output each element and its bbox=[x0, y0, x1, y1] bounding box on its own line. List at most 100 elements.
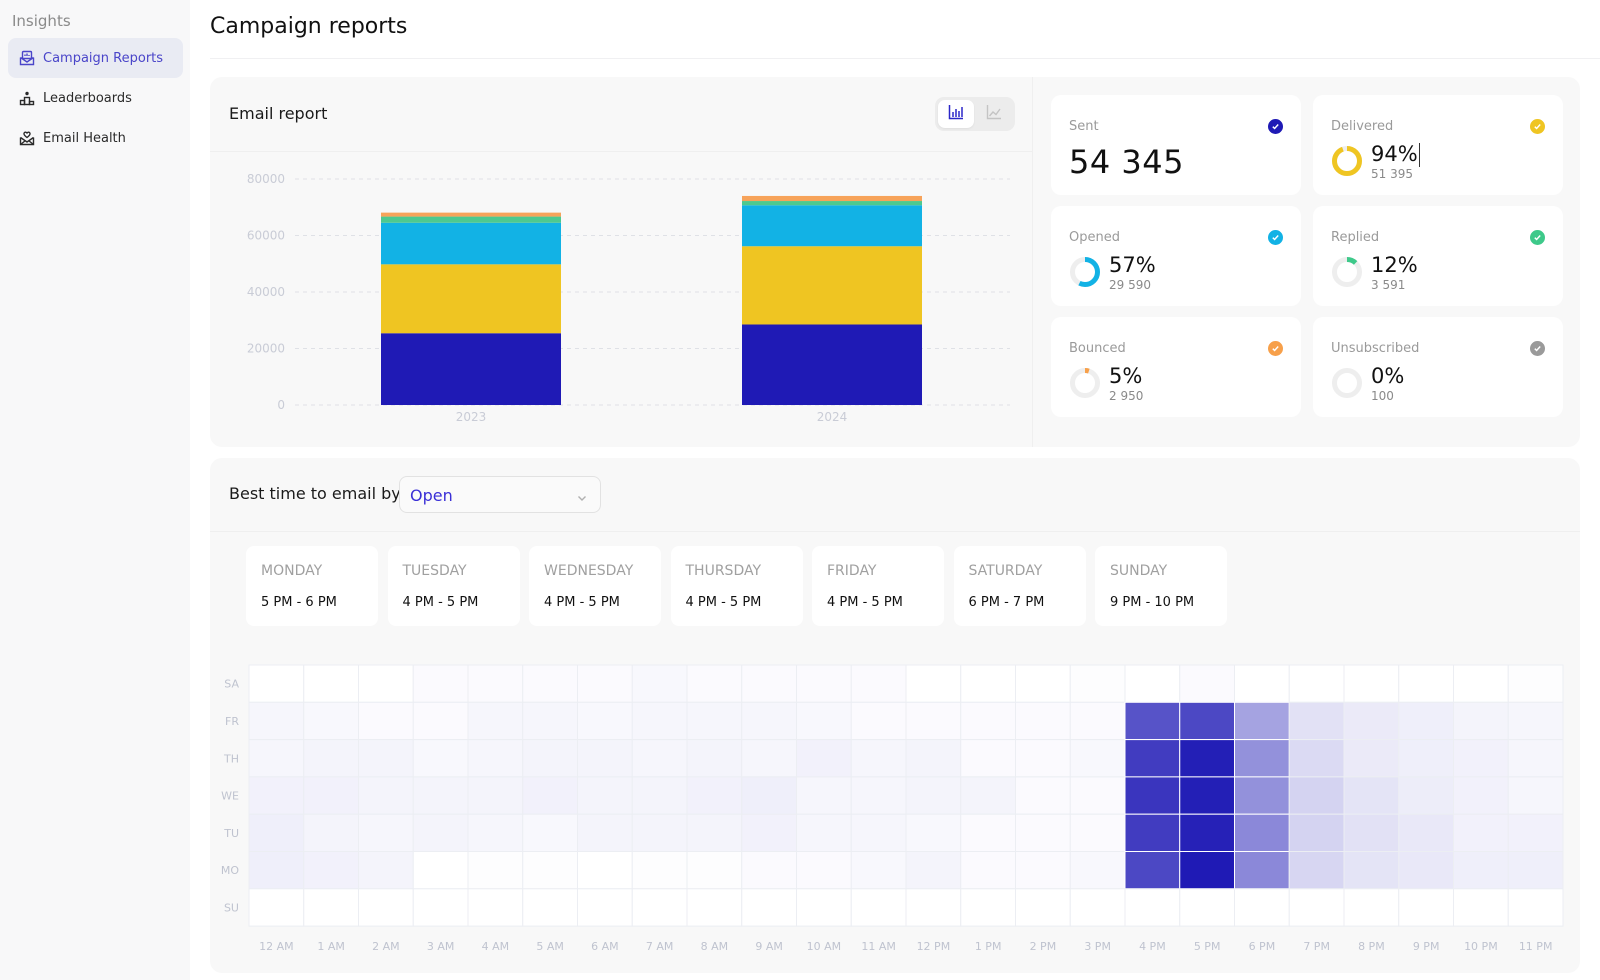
heatmap-cell-sa-2am[interactable] bbox=[358, 664, 414, 703]
bar-segment-delivered-2024[interactable] bbox=[742, 246, 922, 325]
heatmap-cell-sa-4pm[interactable] bbox=[1124, 664, 1181, 703]
heatmap-cell-tu-5am[interactable] bbox=[522, 813, 578, 853]
heatmap-cell-we-4pm[interactable] bbox=[1124, 776, 1181, 815]
heatmap-cell-we-6pm[interactable] bbox=[1234, 776, 1290, 815]
heatmap-cell-th-6am[interactable] bbox=[577, 739, 633, 778]
heatmap-cell-tu-12pm[interactable] bbox=[905, 813, 962, 853]
heatmap-cell-su-10pm[interactable] bbox=[1453, 888, 1509, 927]
heatmap-cell-tu-11am[interactable] bbox=[850, 813, 907, 853]
heatmap-cell-fr-5pm[interactable] bbox=[1179, 701, 1235, 741]
heatmap-cell-we-7pm[interactable] bbox=[1288, 776, 1345, 815]
heatmap-cell-su-12pm[interactable] bbox=[905, 888, 962, 927]
heatmap-cell-su-8pm[interactable] bbox=[1343, 888, 1400, 927]
heatmap-cell-th-4am[interactable] bbox=[467, 739, 524, 778]
heatmap-cell-th-8am[interactable] bbox=[686, 739, 743, 778]
heatmap-cell-th-9pm[interactable] bbox=[1398, 739, 1454, 778]
heatmap-cell-we-12pm[interactable] bbox=[905, 776, 962, 815]
heatmap-cell-th-10am[interactable] bbox=[796, 739, 852, 778]
heatmap-cell-th-3pm[interactable] bbox=[1069, 739, 1126, 778]
heatmap-cell-th-6pm[interactable] bbox=[1234, 739, 1290, 778]
heatmap-cell-we-3am[interactable] bbox=[412, 776, 469, 815]
heatmap-cell-tu-9am[interactable] bbox=[741, 813, 797, 853]
heatmap-cell-we-3pm[interactable] bbox=[1069, 776, 1126, 815]
heatmap-cell-su-12am[interactable] bbox=[248, 888, 305, 927]
heatmap-cell-fr-6pm[interactable] bbox=[1234, 701, 1290, 741]
heatmap-cell-mo-2pm[interactable] bbox=[1015, 851, 1071, 890]
heatmap-cell-su-4pm[interactable] bbox=[1124, 888, 1181, 927]
heatmap-cell-we-8am[interactable] bbox=[686, 776, 743, 815]
heatmap-cell-sa-12pm[interactable] bbox=[905, 664, 962, 703]
heatmap-cell-su-2pm[interactable] bbox=[1015, 888, 1071, 927]
heatmap-cell-sa-11pm[interactable] bbox=[1507, 664, 1564, 703]
heatmap-cell-fr-12pm[interactable] bbox=[905, 701, 962, 741]
heatmap-cell-mo-4am[interactable] bbox=[467, 851, 524, 890]
bar-segment-bounced-2023[interactable] bbox=[381, 212, 561, 217]
heatmap-cell-mo-9am[interactable] bbox=[741, 851, 797, 890]
heatmap-cell-tu-10pm[interactable] bbox=[1453, 813, 1509, 853]
heatmap-cell-sa-1pm[interactable] bbox=[960, 664, 1016, 703]
heatmap-cell-mo-10pm[interactable] bbox=[1453, 851, 1509, 890]
heatmap-cell-su-1am[interactable] bbox=[303, 888, 359, 927]
heatmap-cell-su-5am[interactable] bbox=[522, 888, 578, 927]
heatmap-cell-fr-10pm[interactable] bbox=[1453, 701, 1509, 741]
heatmap-cell-sa-3am[interactable] bbox=[412, 664, 469, 703]
heatmap-cell-th-1pm[interactable] bbox=[960, 739, 1016, 778]
heatmap-cell-fr-6am[interactable] bbox=[577, 701, 633, 741]
heatmap-cell-su-2am[interactable] bbox=[358, 888, 414, 927]
heatmap-cell-tu-6am[interactable] bbox=[577, 813, 633, 853]
heatmap-cell-mo-5pm[interactable] bbox=[1179, 851, 1235, 890]
heatmap-cell-sa-3pm[interactable] bbox=[1069, 664, 1126, 703]
heatmap-cell-su-1pm[interactable] bbox=[960, 888, 1016, 927]
heatmap-cell-tu-1pm[interactable] bbox=[960, 813, 1016, 853]
heatmap-cell-sa-5am[interactable] bbox=[522, 664, 578, 703]
heatmap-cell-fr-8pm[interactable] bbox=[1343, 701, 1400, 741]
heatmap-cell-mo-8pm[interactable] bbox=[1343, 851, 1400, 890]
heatmap-cell-mo-3pm[interactable] bbox=[1069, 851, 1126, 890]
heatmap-cell-tu-8pm[interactable] bbox=[1343, 813, 1400, 853]
heatmap-cell-mo-11am[interactable] bbox=[850, 851, 907, 890]
bar-segment-opened-2023[interactable] bbox=[381, 222, 561, 265]
heatmap-cell-th-3am[interactable] bbox=[412, 739, 469, 778]
heatmap-cell-tu-10am[interactable] bbox=[796, 813, 852, 853]
heatmap-cell-th-5am[interactable] bbox=[522, 739, 578, 778]
heatmap-cell-su-6am[interactable] bbox=[577, 888, 633, 927]
heatmap-cell-su-11am[interactable] bbox=[850, 888, 907, 927]
heatmap-cell-su-3am[interactable] bbox=[412, 888, 469, 927]
heatmap-cell-sa-6am[interactable] bbox=[577, 664, 633, 703]
heatmap-cell-we-2pm[interactable] bbox=[1015, 776, 1071, 815]
heatmap-cell-fr-1am[interactable] bbox=[303, 701, 359, 741]
heatmap-cell-fr-7am[interactable] bbox=[631, 701, 688, 741]
heatmap-cell-th-10pm[interactable] bbox=[1453, 739, 1509, 778]
heatmap-cell-we-1pm[interactable] bbox=[960, 776, 1016, 815]
heatmap-cell-we-10am[interactable] bbox=[796, 776, 852, 815]
heatmap-cell-mo-3am[interactable] bbox=[412, 851, 469, 890]
heatmap-cell-fr-3am[interactable] bbox=[412, 701, 469, 741]
heatmap-cell-we-10pm[interactable] bbox=[1453, 776, 1509, 815]
bar-segment-sent-2024[interactable] bbox=[742, 324, 922, 405]
heatmap-cell-th-7am[interactable] bbox=[631, 739, 688, 778]
heatmap-cell-fr-9pm[interactable] bbox=[1398, 701, 1454, 741]
heatmap-cell-fr-7pm[interactable] bbox=[1288, 701, 1345, 741]
heatmap-cell-tu-6pm[interactable] bbox=[1234, 813, 1290, 853]
heatmap-cell-mo-12am[interactable] bbox=[248, 851, 305, 890]
heatmap-cell-fr-10am[interactable] bbox=[796, 701, 852, 741]
heatmap-cell-th-12pm[interactable] bbox=[905, 739, 962, 778]
heatmap-cell-mo-5am[interactable] bbox=[522, 851, 578, 890]
bar-segment-delivered-2023[interactable] bbox=[381, 264, 561, 334]
heatmap-cell-tu-3am[interactable] bbox=[412, 813, 469, 853]
heatmap-cell-mo-6pm[interactable] bbox=[1234, 851, 1290, 890]
heatmap-cell-su-4am[interactable] bbox=[467, 888, 524, 927]
heatmap-cell-fr-8am[interactable] bbox=[686, 701, 743, 741]
heatmap-cell-we-4am[interactable] bbox=[467, 776, 524, 815]
heatmap-cell-su-7am[interactable] bbox=[631, 888, 688, 927]
bar-segment-opened-2024[interactable] bbox=[742, 205, 922, 247]
heatmap-cell-th-2pm[interactable] bbox=[1015, 739, 1071, 778]
heatmap-cell-sa-9am[interactable] bbox=[741, 664, 797, 703]
heatmap-cell-tu-3pm[interactable] bbox=[1069, 813, 1126, 853]
heatmap-cell-mo-7am[interactable] bbox=[631, 851, 688, 890]
heatmap-cell-mo-7pm[interactable] bbox=[1288, 851, 1345, 890]
heatmap-cell-we-5am[interactable] bbox=[522, 776, 578, 815]
heatmap-cell-th-4pm[interactable] bbox=[1124, 739, 1181, 778]
heatmap-cell-th-7pm[interactable] bbox=[1288, 739, 1345, 778]
heatmap-cell-tu-2am[interactable] bbox=[358, 813, 414, 853]
